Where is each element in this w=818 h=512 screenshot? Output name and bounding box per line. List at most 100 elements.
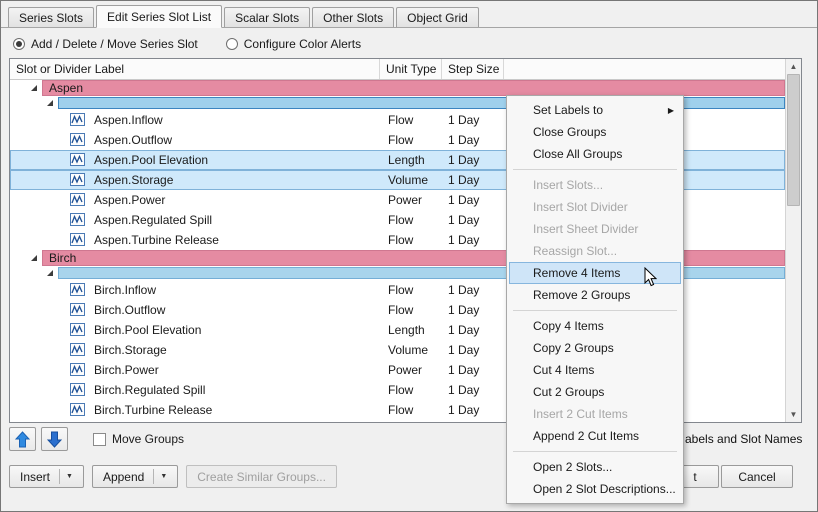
menu-item-cut-4-items[interactable]: Cut 4 Items (507, 359, 683, 381)
menu-item-set-labels-to[interactable]: Set Labels to ▶ (507, 99, 683, 121)
move-groups-label: Move Groups (112, 432, 184, 446)
scroll-thumb[interactable] (787, 74, 800, 206)
menu-item-label: Cut 2 Groups (533, 385, 604, 399)
menu-item-open-2-slot-descriptions[interactable]: Open 2 Slot Descriptions... (507, 478, 683, 500)
menu-item-label: Insert Slots... (533, 178, 603, 192)
show-labels-text-fragment: abels and Slot Names (685, 432, 802, 446)
cancel-button[interactable]: Cancel (721, 465, 793, 488)
slot-step-size: 1 Day (448, 323, 479, 337)
slot-label: Aspen.Regulated Spill (94, 213, 212, 227)
series-slot-icon (70, 403, 85, 416)
menu-item-copy-2-groups[interactable]: Copy 2 Groups (507, 337, 683, 359)
menu-item-label: Copy 2 Groups (533, 341, 614, 355)
move-down-button[interactable] (41, 427, 68, 451)
slot-unit-type: Flow (388, 303, 413, 317)
menu-item-cut-2-groups[interactable]: Cut 2 Groups (507, 381, 683, 403)
expander-icon[interactable] (46, 99, 54, 107)
expander-icon[interactable] (30, 84, 38, 92)
menu-separator (513, 451, 677, 452)
menu-item-label: Set Labels to (533, 103, 603, 117)
tab-label: Series Slots (19, 11, 83, 25)
menu-item-append-2-cut-items[interactable]: Append 2 Cut Items (507, 425, 683, 447)
tab-bar: Series Slots Edit Series Slot ListScalar … (1, 4, 817, 28)
move-groups-checkbox[interactable] (93, 433, 106, 446)
menu-item-label: Open 2 Slots... (533, 460, 612, 474)
slot-step-size: 1 Day (448, 283, 479, 297)
menu-item-remove-2-groups[interactable]: Remove 2 Groups (507, 284, 683, 306)
series-slot-icon (70, 233, 85, 246)
series-slot-icon (70, 133, 85, 146)
mouse-cursor (644, 267, 657, 287)
dropdown-arrow-icon: ▼ (66, 473, 73, 480)
series-slot-icon (70, 383, 85, 396)
tab-object-grid[interactable]: Object Grid (396, 7, 479, 27)
scroll-track[interactable] (786, 74, 801, 407)
column-header-empty (504, 59, 801, 79)
table-header: Slot or Divider Label Unit Type Step Siz… (10, 59, 801, 80)
scroll-down-button[interactable]: ▼ (786, 407, 801, 422)
group-header-bar[interactable]: Aspen (42, 80, 785, 96)
menu-item-reassign-slot: Reassign Slot... (507, 240, 683, 262)
expander-icon[interactable] (46, 269, 54, 277)
menu-item-label: Remove 4 Items (533, 266, 620, 280)
radio-configure-color-alerts[interactable]: Configure Color Alerts (226, 37, 361, 51)
slot-step-size: 1 Day (448, 343, 479, 357)
tab-scalar-slots[interactable]: Scalar Slots (224, 7, 310, 27)
edit-series-slot-list-dialog: Series Slots Edit Series Slot ListScalar … (0, 0, 818, 512)
slot-label: Aspen.Turbine Release (94, 233, 219, 247)
tab-edit-series-slot-list[interactable]: Edit Series Slot List (96, 5, 222, 28)
slot-unit-type: Volume (388, 173, 428, 187)
radio-label: Add / Delete / Move Series Slot (31, 37, 198, 51)
append-button-label: Append (103, 470, 144, 484)
slot-unit-type: Length (388, 323, 425, 337)
menu-item-insert-slots: Insert Slots... (507, 174, 683, 196)
slot-label: Birch.Storage (94, 343, 167, 357)
slot-label: Birch.Inflow (94, 283, 156, 297)
slot-step-size: 1 Day (448, 383, 479, 397)
tab-other-slots[interactable]: Other Slots (312, 7, 394, 27)
append-dropdown-button[interactable]: Append ▼ (92, 465, 178, 488)
slot-unit-type: Flow (388, 233, 413, 247)
tab-label: Other Slots (323, 11, 383, 25)
scroll-up-button[interactable]: ▲ (786, 59, 801, 74)
menu-item-label: Reassign Slot... (533, 244, 617, 258)
insert-dropdown-button[interactable]: Insert ▼ (9, 465, 84, 488)
slot-unit-type: Flow (388, 213, 413, 227)
insert-button-label: Insert (20, 470, 50, 484)
group-name: Aspen (49, 81, 83, 95)
radio-icon (13, 38, 25, 50)
slot-unit-type: Flow (388, 113, 413, 127)
move-up-button[interactable] (9, 427, 36, 451)
slot-unit-type: Flow (388, 383, 413, 397)
column-header-slot-label: Slot or Divider Label (10, 59, 380, 79)
slot-step-size: 1 Day (448, 173, 479, 187)
slot-label: Aspen.Outflow (94, 133, 172, 147)
series-slot-icon (70, 303, 85, 316)
slot-label: Birch.Outflow (94, 303, 165, 317)
menu-item-label: Insert 2 Cut Items (533, 407, 628, 421)
down-arrow-icon (47, 431, 62, 448)
slot-unit-type: Volume (388, 343, 428, 357)
footer-controls: Move Groups (9, 426, 184, 452)
vertical-scrollbar[interactable]: ▲ ▼ (785, 59, 801, 422)
menu-item-insert-sheet-divider: Insert Sheet Divider (507, 218, 683, 240)
column-header-unit-type: Unit Type (380, 59, 442, 79)
slot-label: Birch.Turbine Release (94, 403, 212, 417)
radio-add-delete-move-series-slot[interactable]: Add / Delete / Move Series Slot (13, 37, 198, 51)
menu-item-open-2-slots[interactable]: Open 2 Slots... (507, 456, 683, 478)
expander-icon[interactable] (30, 254, 38, 262)
menu-item-label: Open 2 Slot Descriptions... (533, 482, 676, 496)
slot-unit-type: Flow (388, 403, 413, 417)
menu-item-label: Append 2 Cut Items (533, 429, 639, 443)
menu-item-copy-4-items[interactable]: Copy 4 Items (507, 315, 683, 337)
action-button-row: Insert ▼ Append ▼ Create Similar Groups.… (9, 465, 337, 489)
slot-step-size: 1 Day (448, 233, 479, 247)
series-slot-icon (70, 363, 85, 376)
series-slot-icon (70, 213, 85, 226)
menu-item-close-all-groups[interactable]: Close All Groups (507, 143, 683, 165)
series-slot-icon (70, 283, 85, 296)
slot-label: Aspen.Storage (94, 173, 173, 187)
tab-series-slots[interactable]: Series Slots (8, 7, 94, 27)
series-slot-icon (70, 113, 85, 126)
menu-item-close-groups[interactable]: Close Groups (507, 121, 683, 143)
